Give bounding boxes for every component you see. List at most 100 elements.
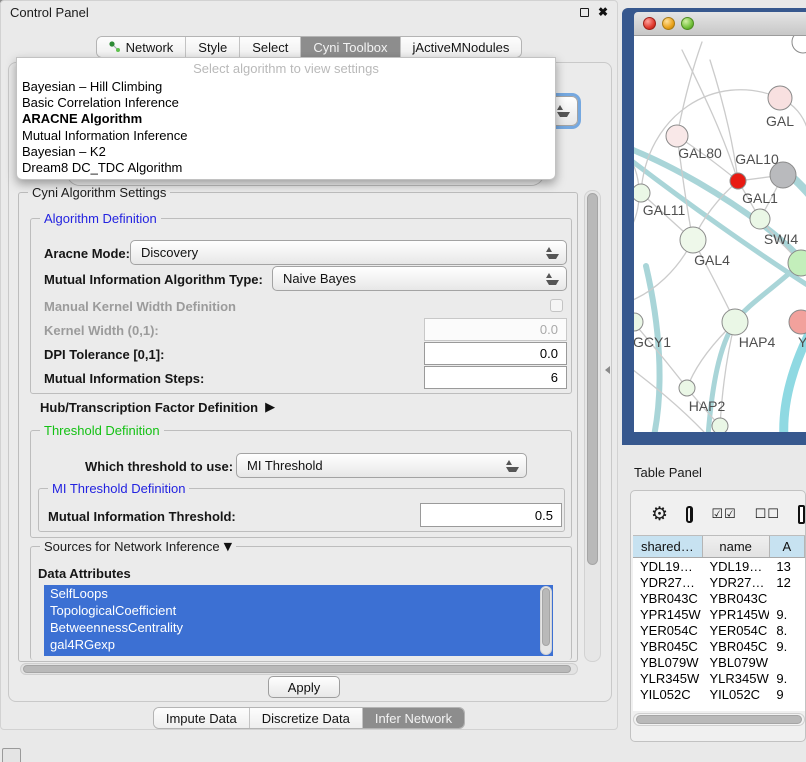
attribute-item-topologicalcoefficient[interactable]: TopologicalCoefficient (44, 602, 553, 619)
dropdown-item-mutual-information-inference[interactable]: Mutual Information Inference (17, 127, 555, 143)
attribute-item-betweennesscentrality[interactable]: BetweennessCentrality (44, 619, 553, 636)
column-header-shared[interactable]: shared… (633, 536, 703, 557)
table-cell: YLR345W (702, 670, 769, 686)
split-columns-icon[interactable] (686, 506, 693, 523)
network-edge[interactable] (682, 50, 738, 181)
new-table-icon[interactable] (798, 505, 805, 524)
node-GAL80[interactable] (666, 125, 688, 147)
node-GAL11[interactable] (634, 184, 650, 202)
checked-checkboxes-icon[interactable]: ☑☑ (711, 507, 736, 522)
which-threshold-combo[interactable]: MI Threshold (236, 453, 527, 478)
hub-section-label: Hub/Transcription Factor Definition (40, 400, 258, 415)
table-horizontal-scrollbar-thumb[interactable] (636, 715, 802, 724)
column-header-name[interactable]: name (703, 536, 770, 557)
dropdown-item-aracne-algorithm[interactable]: ARACNE Algorithm (17, 111, 555, 127)
table-row[interactable]: YLR345WYLR345W9. (633, 670, 805, 686)
node-GCY1[interactable] (634, 313, 643, 331)
network-graph: GALGAL80GAL10GAL1SWI4GAL11GAL4GCY1HAP4YH… (634, 36, 806, 432)
collapse-down-icon[interactable]: ▼ (224, 540, 232, 553)
node-pink-right[interactable] (789, 310, 806, 334)
unchecked-checkboxes-icon[interactable]: ☐☐ (755, 507, 780, 522)
manual-kernel-checkbox[interactable] (550, 299, 563, 312)
node-label-hap4: HAP4 (739, 334, 776, 350)
table-row[interactable]: YIL052CYIL052C9 (633, 686, 805, 702)
network-edge[interactable] (677, 42, 702, 136)
table-header-row: shared…nameA (633, 536, 805, 558)
control-panel-title: Control Panel (10, 5, 89, 20)
table-row[interactable]: YDL19…YDL19…13 (633, 558, 805, 574)
node-HAP2[interactable] (679, 380, 695, 396)
mi-threshold-input[interactable]: 0.5 (420, 503, 562, 527)
tab-impute-data[interactable]: Impute Data (154, 708, 250, 728)
node-bottom[interactable] (712, 418, 728, 432)
aracne-mode-combo[interactable]: Discovery (130, 240, 567, 265)
attributes-scrollbar-thumb[interactable] (542, 588, 550, 646)
kernel-width-input[interactable]: 0.0 (424, 318, 567, 341)
tab-jactivemnodules[interactable]: jActiveMNodules (401, 37, 522, 57)
table-toolbar: ⚙ ☑☑ ☐☐ (639, 501, 805, 527)
node-HAP4[interactable] (722, 309, 748, 335)
table-row[interactable]: YBL079WYBL079W (633, 654, 805, 670)
minimized-panel-button[interactable] (2, 748, 21, 762)
bottom-tabs: Impute DataDiscretize DataInfer Network (153, 707, 465, 729)
mi-threshold-label: Mutual Information Threshold: (48, 509, 236, 524)
tab-label: Style (198, 40, 227, 55)
dropdown-item-dream8-dc-tdc-algorithm[interactable]: Dream8 DC_TDC Algorithm (17, 159, 555, 175)
table-horizontal-scrollbar[interactable] (633, 713, 805, 726)
table-row[interactable]: YBR043CYBR043C (633, 590, 805, 606)
network-window-titlebar (634, 12, 806, 36)
dpi-tolerance-label: DPI Tolerance [0,1]: (44, 347, 164, 362)
splitter-collapse-arrow[interactable] (605, 366, 610, 374)
network-canvas[interactable]: GALGAL80GAL10GAL1SWI4GAL11GAL4GCY1HAP4YH… (634, 36, 806, 432)
settings-vertical-scrollbar-thumb[interactable] (587, 193, 598, 565)
settings-horizontal-scrollbar-thumb[interactable] (23, 665, 571, 673)
node-GAL4[interactable] (680, 227, 706, 253)
column-header-a[interactable]: A (770, 536, 805, 557)
tab-cyni-toolbox[interactable]: Cyni Toolbox (301, 37, 400, 57)
table-cell: YLR345W (633, 670, 702, 686)
mi-algorithm-type-combo[interactable]: Naive Bayes (272, 266, 567, 291)
table-row[interactable]: YER054CYER054C8. (633, 622, 805, 638)
control-tabs: Network Style SelectCyni ToolboxjActiveMNo… (96, 36, 523, 58)
dpi-tolerance-input[interactable]: 0.0 (424, 342, 567, 365)
table-cell: YBL079W (633, 654, 702, 670)
algorithm-dropdown-list: Bayesian – Hill ClimbingBasic Correlatio… (17, 78, 555, 176)
tab-style[interactable]: Style (186, 37, 240, 57)
node-GAL1[interactable] (730, 173, 746, 189)
attribute-item-selfloops[interactable]: SelfLoops (44, 585, 553, 602)
dropdown-item-bayesian-hill-climbing[interactable]: Bayesian – Hill Climbing (17, 78, 555, 94)
table-row[interactable]: YDR27…YDR27…12 (633, 574, 805, 590)
kernel-width-value: 0.0 (540, 322, 558, 337)
attribute-item-gal4rgexp[interactable]: gal4RGexp (44, 636, 553, 653)
attributes-scrollbar[interactable] (540, 586, 552, 655)
table-cell: YDL19… (633, 558, 702, 574)
minimize-window-icon[interactable] (662, 17, 675, 30)
node-SWI4[interactable] (750, 209, 770, 229)
table-row[interactable]: YBR045CYBR045C9. (633, 638, 805, 654)
settings-vertical-scrollbar[interactable] (584, 190, 601, 662)
dpi-tolerance-value: 0.0 (540, 346, 558, 361)
tab-select[interactable]: Select (240, 37, 301, 57)
node-pink-top[interactable] (768, 86, 792, 110)
node-label-gal10: GAL10 (735, 151, 779, 167)
zoom-window-icon[interactable] (681, 17, 694, 30)
tab-discretize-data[interactable]: Discretize Data (250, 708, 363, 728)
dropdown-item-bayesian-k2[interactable]: Bayesian – K2 (17, 143, 555, 159)
close-panel-icon[interactable]: ✖ (598, 7, 608, 17)
tab-infer-network[interactable]: Infer Network (363, 708, 464, 728)
apply-button[interactable]: Apply (268, 676, 340, 698)
table-cell: YDR27… (633, 574, 702, 590)
table-cell: YPR145W (633, 606, 702, 622)
gear-icon[interactable]: ⚙ (651, 505, 668, 524)
mi-threshold-value: 0.5 (535, 508, 553, 523)
mi-steps-input[interactable]: 6 (424, 366, 567, 389)
hub-section-toggle[interactable]: Hub/Transcription Factor Definition ▶ (40, 400, 275, 415)
node-top-right[interactable] (792, 36, 806, 53)
table-row[interactable]: YPR145WYPR145W9. (633, 606, 805, 622)
close-window-icon[interactable] (643, 17, 656, 30)
mi-algorithm-type-label: Mutual Information Algorithm Type: (44, 272, 263, 287)
dropdown-item-basic-correlation-inference[interactable]: Basic Correlation Inference (17, 94, 555, 110)
tab-network[interactable]: Network (97, 37, 187, 57)
settings-horizontal-scrollbar[interactable] (20, 663, 578, 675)
float-panel-icon[interactable] (580, 8, 589, 17)
